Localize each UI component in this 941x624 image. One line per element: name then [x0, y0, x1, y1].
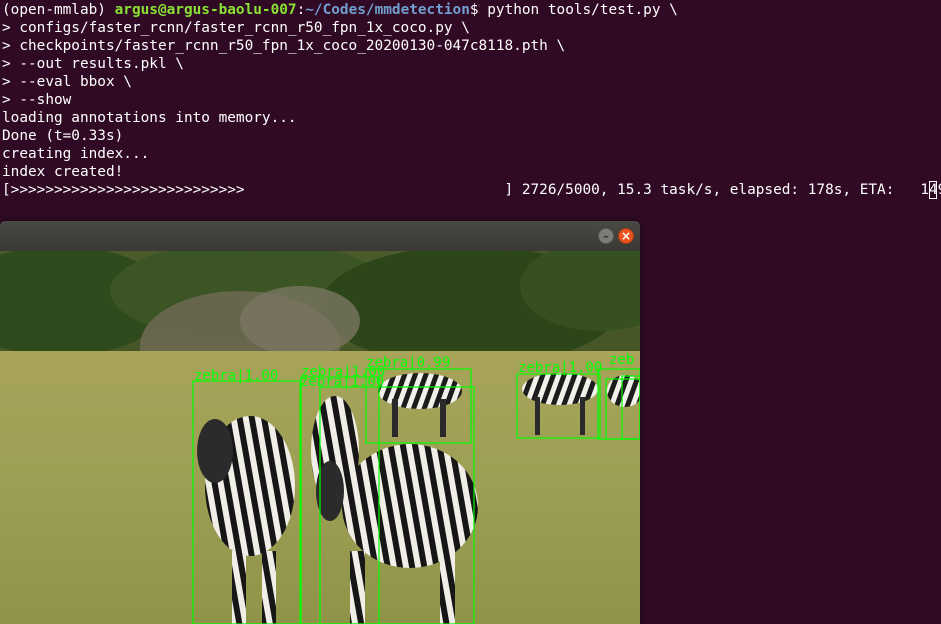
close-icon[interactable]: × [618, 228, 634, 244]
detection-label: zeb [609, 352, 634, 368]
prompt-colon: : [296, 2, 306, 18]
window-titlebar[interactable]: – × [0, 221, 640, 251]
output-line: loading annotations into memory... [2, 110, 297, 126]
progress-status: 2726/5000, 15.3 task/s, elapsed: 178s, E… [513, 182, 941, 198]
detection-label: zebra|1.00 [300, 374, 384, 390]
command-text: python tools/test.py \ [487, 2, 678, 18]
detection-label: zebra|0.99 [366, 355, 450, 371]
prompt-path: ~/Codes/mmdetection [305, 2, 470, 18]
image-viewer-window[interactable]: – × zebra|1.00 zebra|1.00 zebra|1.00 zeb… [0, 221, 640, 624]
prompt-line: (open-mmlab) argus@argus-baolu-007:~/Cod… [2, 1, 678, 19]
output-line: > --out results.pkl \ [2, 56, 184, 72]
output-line: Done (t=0.33s) [2, 128, 124, 144]
detection-image: zebra|1.00 zebra|1.00 zebra|1.00 zebra|0… [0, 251, 640, 624]
progress-line: [>>>>>>>>>>>>>>>>>>>>>>>>>>> ] 2726/5000… [2, 181, 941, 199]
output-line: > --show [2, 92, 72, 108]
minimize-icon[interactable]: – [598, 228, 614, 244]
detection-label: zebra|1.00 [194, 368, 278, 384]
progress-bar: [>>>>>>>>>>>>>>>>>>>>>>>>>>> ] [2, 182, 514, 198]
detection-label: zebra|1.00 [518, 360, 602, 376]
prompt-symbol: $ [469, 2, 488, 18]
terminal-cursor [929, 181, 937, 199]
output-line: index created! [2, 164, 124, 180]
output-line: > configs/faster_rcnn/faster_rcnn_r50_fp… [2, 20, 470, 36]
output-line: creating index... [2, 146, 150, 162]
detection-scene: zebra|1.00 zebra|1.00 zebra|1.00 zebra|0… [0, 251, 640, 624]
output-line: > --eval bbox \ [2, 74, 132, 90]
prompt-env: (open-mmlab) [2, 2, 115, 18]
output-line: > checkpoints/faster_rcnn_r50_fpn_1x_coc… [2, 38, 566, 54]
prompt-user-host: argus@argus-baolu-007 [114, 2, 297, 18]
